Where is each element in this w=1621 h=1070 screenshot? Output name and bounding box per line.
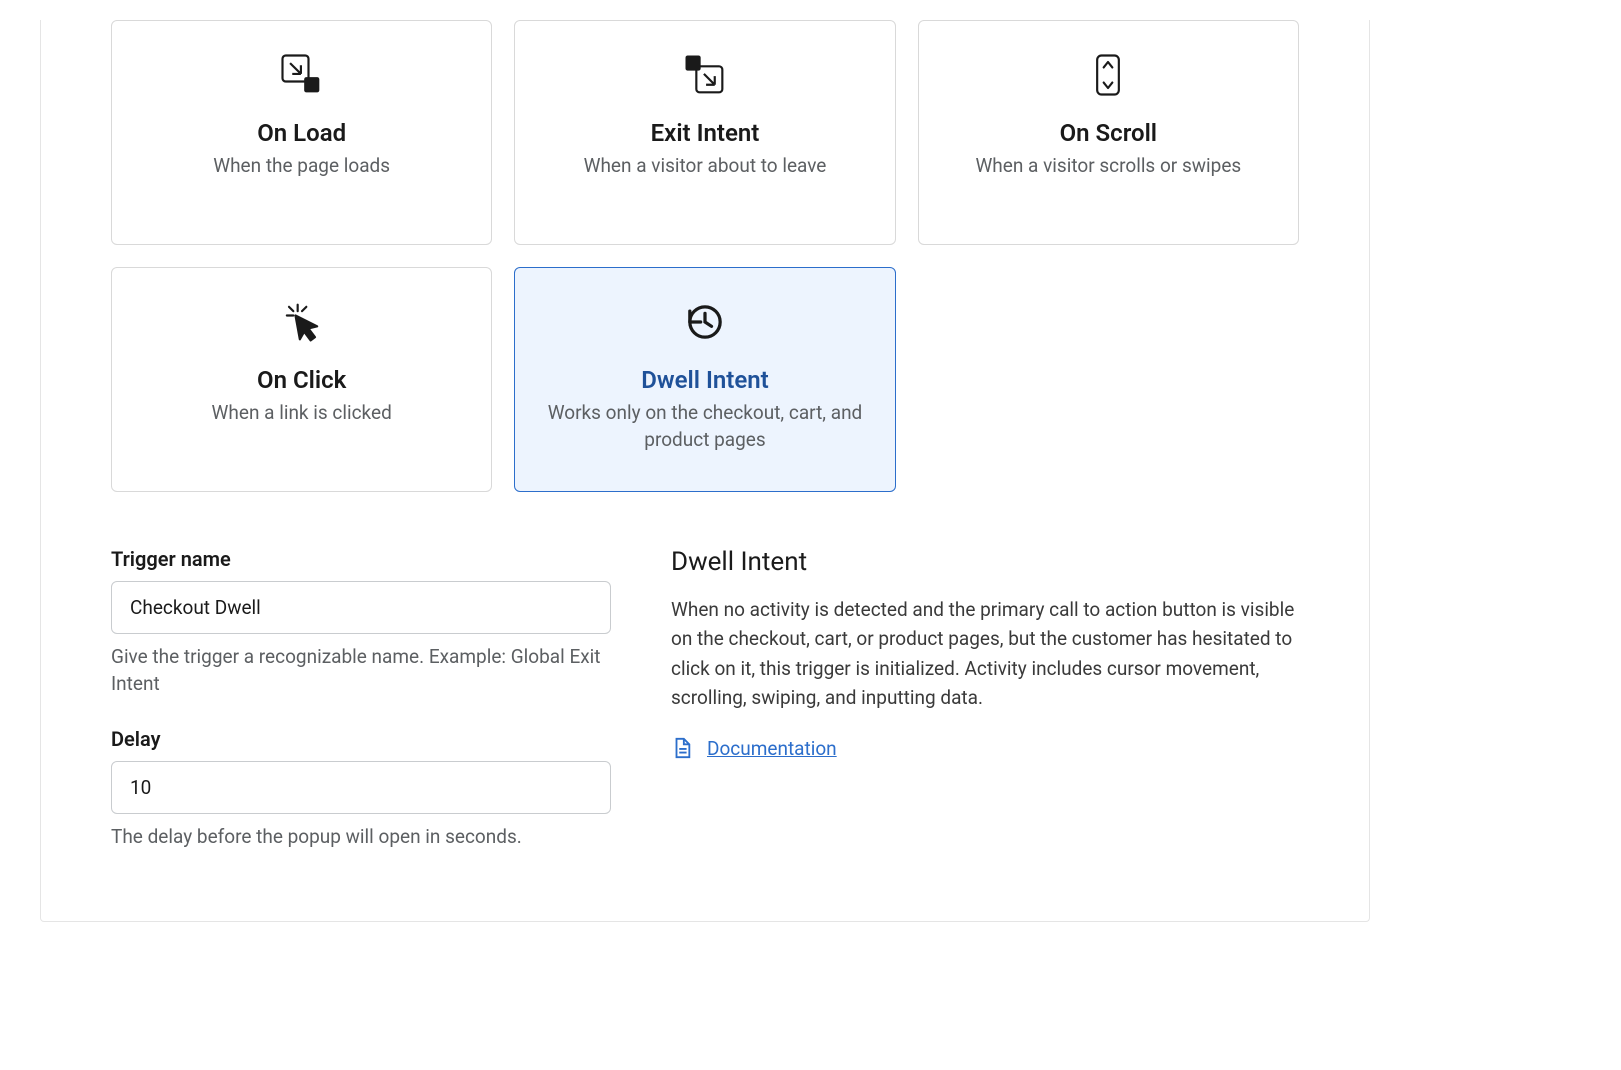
card-title: On Click: [257, 366, 346, 394]
on-load-icon: [276, 49, 328, 101]
trigger-type-grid: On Load When the page loads Exit Intent …: [111, 20, 1299, 492]
trigger-name-group: Trigger name Give the trigger a recogniz…: [111, 547, 611, 697]
trigger-name-input[interactable]: [111, 581, 611, 634]
card-title: Exit Intent: [651, 119, 760, 147]
document-icon: [671, 737, 693, 759]
exit-intent-icon: [679, 49, 731, 101]
info-title: Dwell Intent: [671, 547, 1299, 577]
info-column: Dwell Intent When no activity is detecte…: [671, 547, 1299, 881]
trigger-card-on-load[interactable]: On Load When the page loads: [111, 20, 492, 245]
card-description: When a visitor about to leave: [584, 153, 827, 180]
dwell-intent-icon: [679, 296, 731, 348]
trigger-name-label: Trigger name: [111, 547, 611, 571]
card-title: Dwell Intent: [641, 366, 768, 394]
card-description: When a visitor scrolls or swipes: [975, 153, 1241, 180]
trigger-name-help: Give the trigger a recognizable name. Ex…: [111, 644, 611, 697]
trigger-card-on-scroll[interactable]: On Scroll When a visitor scrolls or swip…: [918, 20, 1299, 245]
documentation-link-text: Documentation: [707, 737, 837, 760]
trigger-card-dwell-intent[interactable]: Dwell Intent Works only on the checkout,…: [514, 267, 895, 492]
trigger-config-panel: On Load When the page loads Exit Intent …: [40, 20, 1370, 922]
card-description: When the page loads: [213, 153, 390, 180]
card-description: When a link is clicked: [212, 400, 392, 427]
delay-label: Delay: [111, 727, 611, 751]
on-click-icon: [276, 296, 328, 348]
card-description: Works only on the checkout, cart, and pr…: [535, 400, 874, 453]
form-section: Trigger name Give the trigger a recogniz…: [111, 547, 1299, 881]
card-title: On Scroll: [1060, 119, 1157, 147]
card-title: On Load: [257, 119, 346, 147]
delay-help: The delay before the popup will open in …: [111, 824, 611, 851]
delay-input[interactable]: [111, 761, 611, 814]
documentation-link[interactable]: Documentation: [671, 737, 837, 760]
trigger-card-exit-intent[interactable]: Exit Intent When a visitor about to leav…: [514, 20, 895, 245]
delay-group: Delay The delay before the popup will op…: [111, 727, 611, 851]
info-description: When no activity is detected and the pri…: [671, 595, 1299, 713]
on-scroll-icon: [1082, 49, 1134, 101]
form-fields-column: Trigger name Give the trigger a recogniz…: [111, 547, 611, 881]
trigger-card-on-click[interactable]: On Click When a link is clicked: [111, 267, 492, 492]
